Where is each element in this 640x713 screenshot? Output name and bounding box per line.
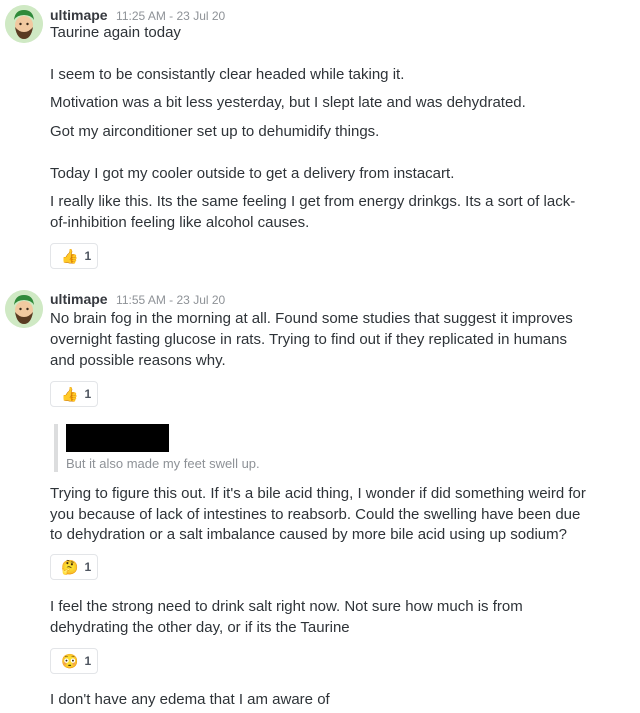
message-text: and possible reasons why. (50, 352, 226, 369)
reaction-count: 1 (84, 249, 92, 263)
message-text: Got my airconditioner set up to dehumidi… (50, 123, 380, 140)
thumbs-up-icon: 👍 (61, 248, 79, 264)
message-text: I seem to be consistantly clear headed w… (50, 66, 405, 83)
author-name[interactable]: ultimape (50, 7, 108, 23)
quote-block: But it also made my feet swell up. (54, 424, 614, 472)
thumbs-up-icon: 👍 (61, 386, 79, 402)
message-text: dehydrating the other day, or if its the… (50, 619, 350, 636)
message-text: Trying to figure this out. If it's a bil… (50, 485, 586, 502)
reaction-count: 1 (84, 560, 92, 574)
message-text: to dehydration or a salt imbalance cause… (50, 526, 567, 543)
avatar[interactable] (5, 290, 43, 328)
message-text: Motivation was a bit less yesterday, but… (50, 94, 526, 111)
message-header: ultimape 11:55 AM - 23 Jul 20 (50, 290, 225, 308)
reaction-count: 1 (84, 387, 92, 401)
reaction-flushed[interactable]: 😳 1 (50, 648, 98, 674)
reaction-thinking[interactable]: 🤔 1 (50, 554, 98, 580)
message-text: you because of lack of intestines to rea… (50, 506, 581, 523)
message-text: I don't have any edema that I am aware o… (50, 691, 330, 708)
message-text: of-inhibition feeling like alcohol cause… (50, 214, 310, 231)
author-name[interactable]: ultimape (50, 291, 108, 307)
message-text: overnight fasting glucose in rats. Tryin… (50, 331, 567, 348)
message-text: Today I got my cooler outside to get a d… (50, 165, 455, 182)
message-text: No brain fog in the morning at all. Foun… (50, 310, 573, 327)
avatar-icon (5, 290, 43, 328)
avatar-icon (5, 5, 43, 43)
message-text: I really like this. Its the same feeling… (50, 193, 576, 210)
message-text: I feel the strong need to drink salt rig… (50, 598, 523, 615)
quote-text: But it also made my feet swell up. (66, 456, 260, 471)
thinking-face-icon: 🤔 (61, 559, 79, 575)
reaction-thumbs-up[interactable]: 👍 1 (50, 243, 98, 269)
flushed-face-icon: 😳 (61, 653, 79, 669)
redacted-username (66, 424, 169, 452)
timestamp[interactable]: 11:25 AM - 23 Jul 20 (116, 9, 225, 23)
reaction-count: 1 (84, 654, 92, 668)
timestamp[interactable]: 11:55 AM - 23 Jul 20 (116, 293, 225, 307)
avatar[interactable] (5, 5, 43, 43)
message-text: Taurine again today (50, 24, 181, 41)
reaction-thumbs-up[interactable]: 👍 1 (50, 381, 98, 407)
